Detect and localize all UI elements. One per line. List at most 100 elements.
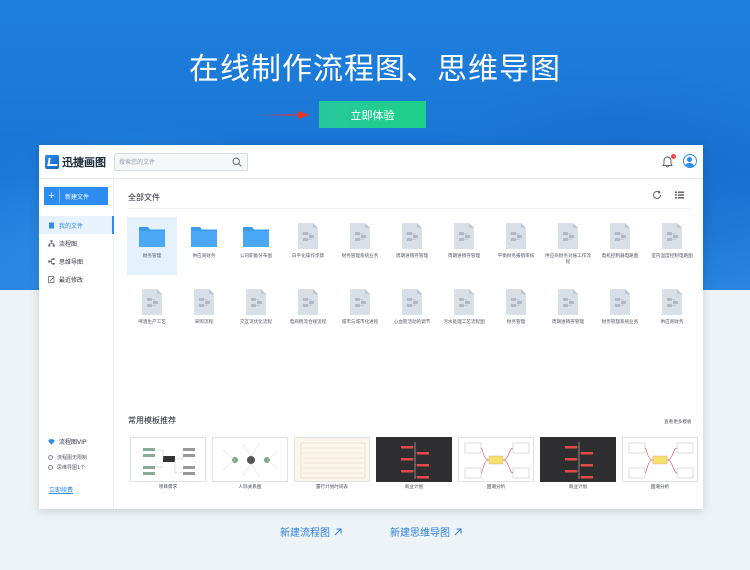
vip-text: 流程图VIP [59, 439, 87, 446]
file-name: 啤酒生产工艺 [138, 320, 166, 325]
list-view-icon[interactable] [675, 191, 684, 199]
app-logo[interactable]: 迅捷画图 [45, 154, 106, 170]
red-arrow-icon [258, 111, 310, 119]
template-thumbnail [294, 437, 370, 482]
external-arrow-icon [334, 528, 342, 535]
template-card[interactable]: 商业计划 [376, 437, 452, 490]
file-name: 财务管理系统业务 [601, 320, 639, 325]
document-icon [555, 223, 581, 249]
edit-icon [48, 275, 55, 283]
template-thumbnail [540, 437, 616, 482]
file-item[interactable]: 白平化操作步骤 [283, 217, 333, 275]
folder-item[interactable]: 财务管理 [127, 217, 177, 275]
file-name: 周期进销存管理 [395, 254, 429, 259]
vip-feature-text: 思维导图1个 [57, 465, 86, 471]
file-item[interactable]: 供应商财务 [647, 283, 697, 341]
search-icon[interactable] [232, 157, 242, 167]
file-item[interactable]: 周期进销存管理 [543, 283, 593, 341]
file-item[interactable]: 啤酒生产工艺 [127, 283, 177, 341]
template-name: 项目需求 [158, 485, 178, 490]
file-icon [49, 222, 54, 228]
file-item[interactable]: 采购流程 [179, 283, 229, 341]
sidebar-item-my-files[interactable]: 我的文件 [39, 216, 114, 234]
section-divider [128, 208, 690, 209]
document-icon [347, 223, 373, 249]
file-name: 供应商财务 [192, 254, 216, 259]
flowchart-icon [48, 239, 55, 246]
document-icon [555, 289, 581, 315]
sidebar-item-label: 我的文件 [59, 222, 84, 230]
file-name: 采购流程 [194, 320, 214, 325]
folder-item[interactable]: 公司职能分布图 [231, 217, 281, 275]
section-title: 全部文件 [128, 193, 160, 202]
document-icon [659, 289, 685, 315]
template-card[interactable]: 置行计划时间表 [294, 437, 370, 490]
file-name: 供应商财务对账工作流程 [545, 254, 591, 265]
document-icon [607, 289, 633, 315]
file-item[interactable]: 电机控制器电路图 [595, 217, 645, 275]
folder-icon [243, 223, 269, 249]
sidebar-item-mindmap[interactable]: 思维导图 [39, 252, 114, 270]
file-name: 平衡财务报销审核 [497, 254, 535, 259]
bottom-links: 新建流程图 新建思维导图 [0, 524, 750, 539]
file-item[interactable]: 污水处理工艺流程图 [439, 283, 489, 341]
file-item[interactable]: 平衡财务报销审核 [491, 217, 541, 275]
logo-icon [45, 155, 59, 169]
file-item[interactable]: 心血管活动的调节 [387, 283, 437, 341]
vip-feature-item: 流程图无限制 [48, 454, 87, 461]
template-card[interactable]: 国潮分析 [458, 437, 534, 490]
document-icon [399, 289, 425, 315]
template-name: 商业计划 [404, 485, 424, 490]
template-card[interactable]: 项目需求 [130, 437, 206, 490]
file-item[interactable]: 财务管理 [491, 283, 541, 341]
document-icon [399, 223, 425, 249]
file-name: 室内温度控制电路图 [651, 254, 693, 259]
file-item[interactable]: 电商税流合规流程 [283, 283, 333, 341]
template-name: 国潮分析 [650, 485, 670, 490]
sidebar-item-label: 思维导图 [59, 258, 84, 266]
refresh-icon[interactable] [652, 190, 662, 200]
file-name: 污水处理工艺流程图 [443, 320, 485, 325]
file-item[interactable]: 交互流优化流程 [231, 283, 281, 341]
file-item[interactable]: 城市与城市化进程 [335, 283, 385, 341]
file-item[interactable]: 财务管理系统业务 [335, 217, 385, 275]
new-mindmap-link[interactable]: 新建思维导图 [390, 524, 462, 539]
template-thumbnail [458, 437, 534, 482]
sidebar-item-label: 最近修改 [59, 276, 84, 284]
file-item[interactable]: 周期进销存管理 [439, 217, 489, 275]
template-thumbnail [130, 437, 206, 482]
diamond-icon [48, 438, 55, 445]
template-card[interactable]: 国潮分析 [622, 437, 698, 490]
folder-item[interactable]: 供应商财务 [179, 217, 229, 275]
sidebar-nav: 我的文件 流程图 思维导图 最近修改 [39, 216, 114, 288]
template-name: 商业计划 [568, 485, 588, 490]
file-item[interactable]: 供应商财务对账工作流程 [543, 217, 593, 275]
template-card[interactable]: 人际关系图 [212, 437, 288, 490]
sidebar-item-flowchart[interactable]: 流程图 [39, 234, 114, 252]
document-icon [451, 223, 477, 249]
hero-title: 在线制作流程图、思维导图 [189, 52, 561, 87]
try-now-button[interactable]: 立即体验 [319, 101, 426, 128]
logo-text: 迅捷画图 [62, 156, 106, 169]
mindmap-icon [48, 257, 55, 265]
new-flowchart-link[interactable]: 新建流程图 [280, 524, 342, 539]
notification-badge [671, 154, 676, 159]
more-templates-link[interactable]: 查看更多模板 [664, 419, 692, 425]
sidebar-item-recent[interactable]: 最近修改 [39, 270, 114, 288]
file-name: 周期进销存管理 [447, 254, 481, 259]
renew-link[interactable]: 立即续费 [49, 485, 73, 494]
document-icon [451, 289, 477, 315]
file-item[interactable]: 室内温度控制电路图 [647, 217, 697, 275]
file-item[interactable]: 财务管理系统业务 [595, 283, 645, 341]
document-icon [347, 289, 373, 315]
file-name: 周期进销存管理 [551, 320, 585, 325]
document-icon [295, 223, 321, 249]
avatar[interactable] [683, 154, 697, 168]
search-input[interactable]: 搜索您的文件 [114, 153, 248, 171]
template-card[interactable]: 商业计划 [540, 437, 616, 490]
file-name: 白平化操作步骤 [291, 254, 325, 259]
file-name: 财务管理 [142, 254, 162, 259]
file-name: 城市与城市化进程 [341, 320, 379, 325]
file-item[interactable]: 周期进销存管理 [387, 217, 437, 275]
new-file-button[interactable]: + 新建文件 [44, 187, 108, 205]
